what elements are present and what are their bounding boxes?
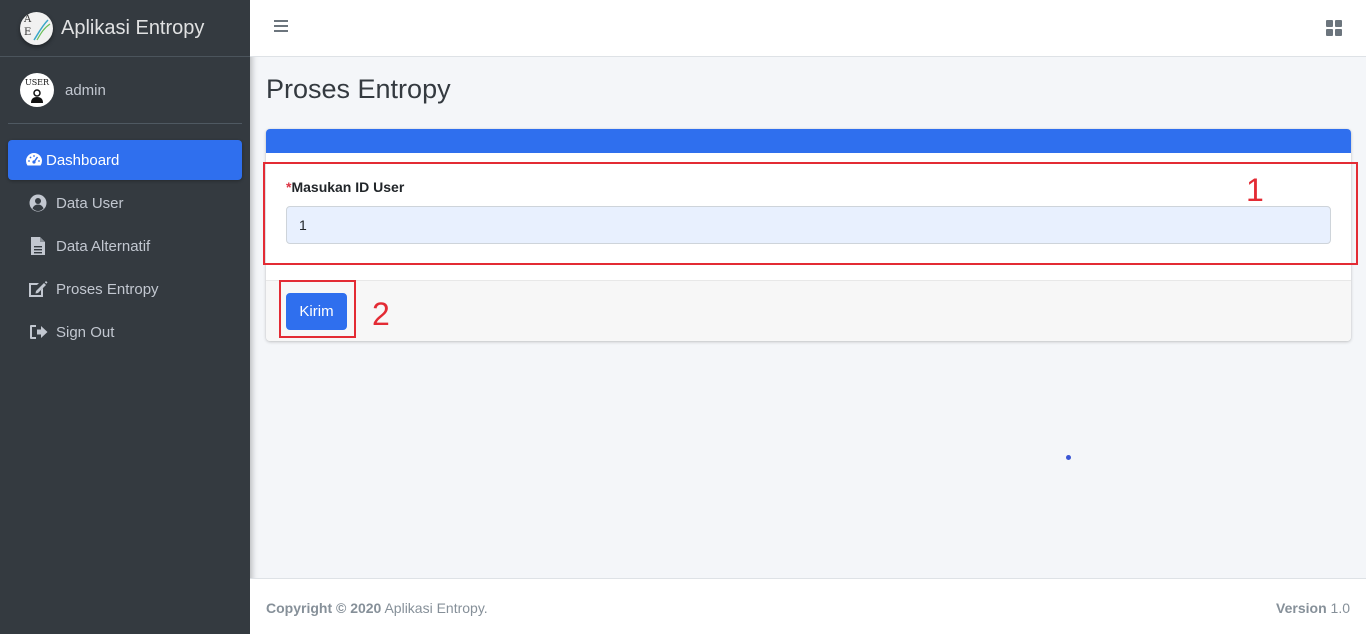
user-circle-icon [28,193,48,213]
sidebar-item-data-user[interactable]: Data User [8,183,242,223]
user-name[interactable]: admin [65,82,106,99]
page-footer: Copyright © 2020 Aplikasi Entropy. Versi… [250,578,1366,634]
annotation-number-2: 2 [372,296,390,332]
edit-icon [28,279,48,299]
footer-version: Version 1.0 [1276,600,1350,616]
card-header [266,129,1351,153]
footer-copyright: Copyright © 2020 Aplikasi Entropy. [266,600,488,616]
page-title: Proses Entropy [266,74,451,104]
copyright-app[interactable]: Aplikasi Entropy. [381,600,487,616]
brand-link[interactable]: A E Aplikasi Entropy [0,0,250,57]
sidebar-item-label: Data Alternatif [56,237,151,255]
file-icon [28,236,48,256]
card-footer: Kirim [266,280,1351,341]
annotation-box-2 [279,280,356,338]
annotation-box-1 [263,162,1358,265]
user-panel[interactable]: USER admin [8,57,242,124]
grid-icon[interactable] [1326,20,1342,36]
sidebar-item-label: Sign Out [56,323,115,341]
sidebar-item-label: Data User [56,194,124,212]
version-label: Version [1276,600,1327,616]
logo-swoosh-icon [33,18,51,40]
sidebar-item-label: Dashboard [46,151,120,169]
tachometer-icon [24,150,44,170]
top-navbar [250,0,1366,57]
avatar: USER [20,73,54,107]
sign-out-icon [28,322,48,342]
brand-logo: A E [20,11,53,45]
sidebar-item-dashboard[interactable]: Dashboard [8,140,242,180]
stray-dot [1066,455,1071,460]
menu-toggle-icon[interactable] [274,20,288,34]
sidebar-nav: Dashboard Data User Data Alternatif Pros… [0,124,250,352]
sidebar-item-data-alternatif[interactable]: Data Alternatif [8,226,242,266]
version-value: 1.0 [1326,600,1350,616]
sidebar-item-sign-out[interactable]: Sign Out [8,312,242,352]
copyright-year: Copyright © 2020 [266,600,382,616]
sidebar-item-label: Proses Entropy [56,280,159,298]
sidebar-item-proses-entropy[interactable]: Proses Entropy [8,269,242,309]
sidebar: A E Aplikasi Entropy USER admin Dashboar… [0,0,250,634]
user-silhouette-icon [31,89,43,103]
brand-title: Aplikasi Entropy [61,16,205,39]
annotation-number-1: 1 [1246,172,1264,208]
